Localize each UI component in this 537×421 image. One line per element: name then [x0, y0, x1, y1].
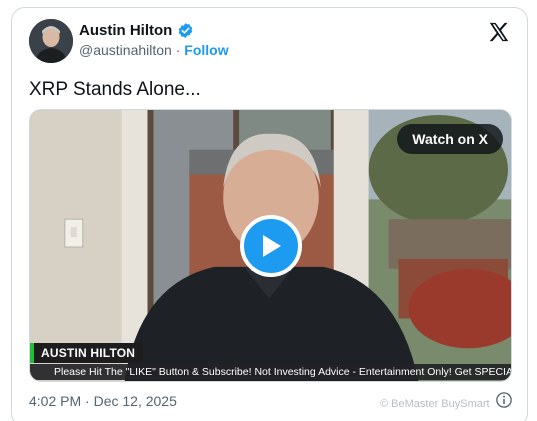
play-button[interactable] — [240, 215, 302, 277]
video-ticker: Please Hit The "LIKE" Button & Subscribe… — [30, 364, 511, 380]
play-icon — [263, 235, 281, 257]
handle-row: @austinahilton · Follow — [79, 42, 229, 58]
tweet-text: XRP Stands Alone... — [29, 79, 201, 100]
video-player[interactable]: Watch on X AUSTIN HILTON Please Hit The … — [29, 109, 512, 382]
tweet-timestamp[interactable]: 4:02 PM · Dec 12, 2025 — [29, 393, 177, 409]
author-name[interactable]: Austin Hilton — [79, 22, 194, 39]
author-name-text[interactable]: Austin Hilton — [79, 22, 172, 39]
tweet-card: Austin Hilton @austinahilton · Follow XR… — [11, 7, 528, 421]
x-logo-icon[interactable] — [488, 21, 510, 43]
info-icon[interactable] — [495, 391, 513, 409]
avatar-image — [29, 19, 73, 63]
lower-third-name: AUSTIN HILTON — [30, 343, 144, 363]
watch-on-x-button[interactable]: Watch on X — [397, 124, 503, 154]
separator-dot: · — [175, 42, 181, 58]
avatar[interactable] — [29, 19, 73, 63]
watermark: © BeMaster BuySmart — [380, 398, 490, 410]
follow-button[interactable]: Follow — [184, 42, 228, 58]
verified-badge-icon — [179, 23, 193, 38]
author-handle[interactable]: @austinahilton — [79, 42, 172, 58]
